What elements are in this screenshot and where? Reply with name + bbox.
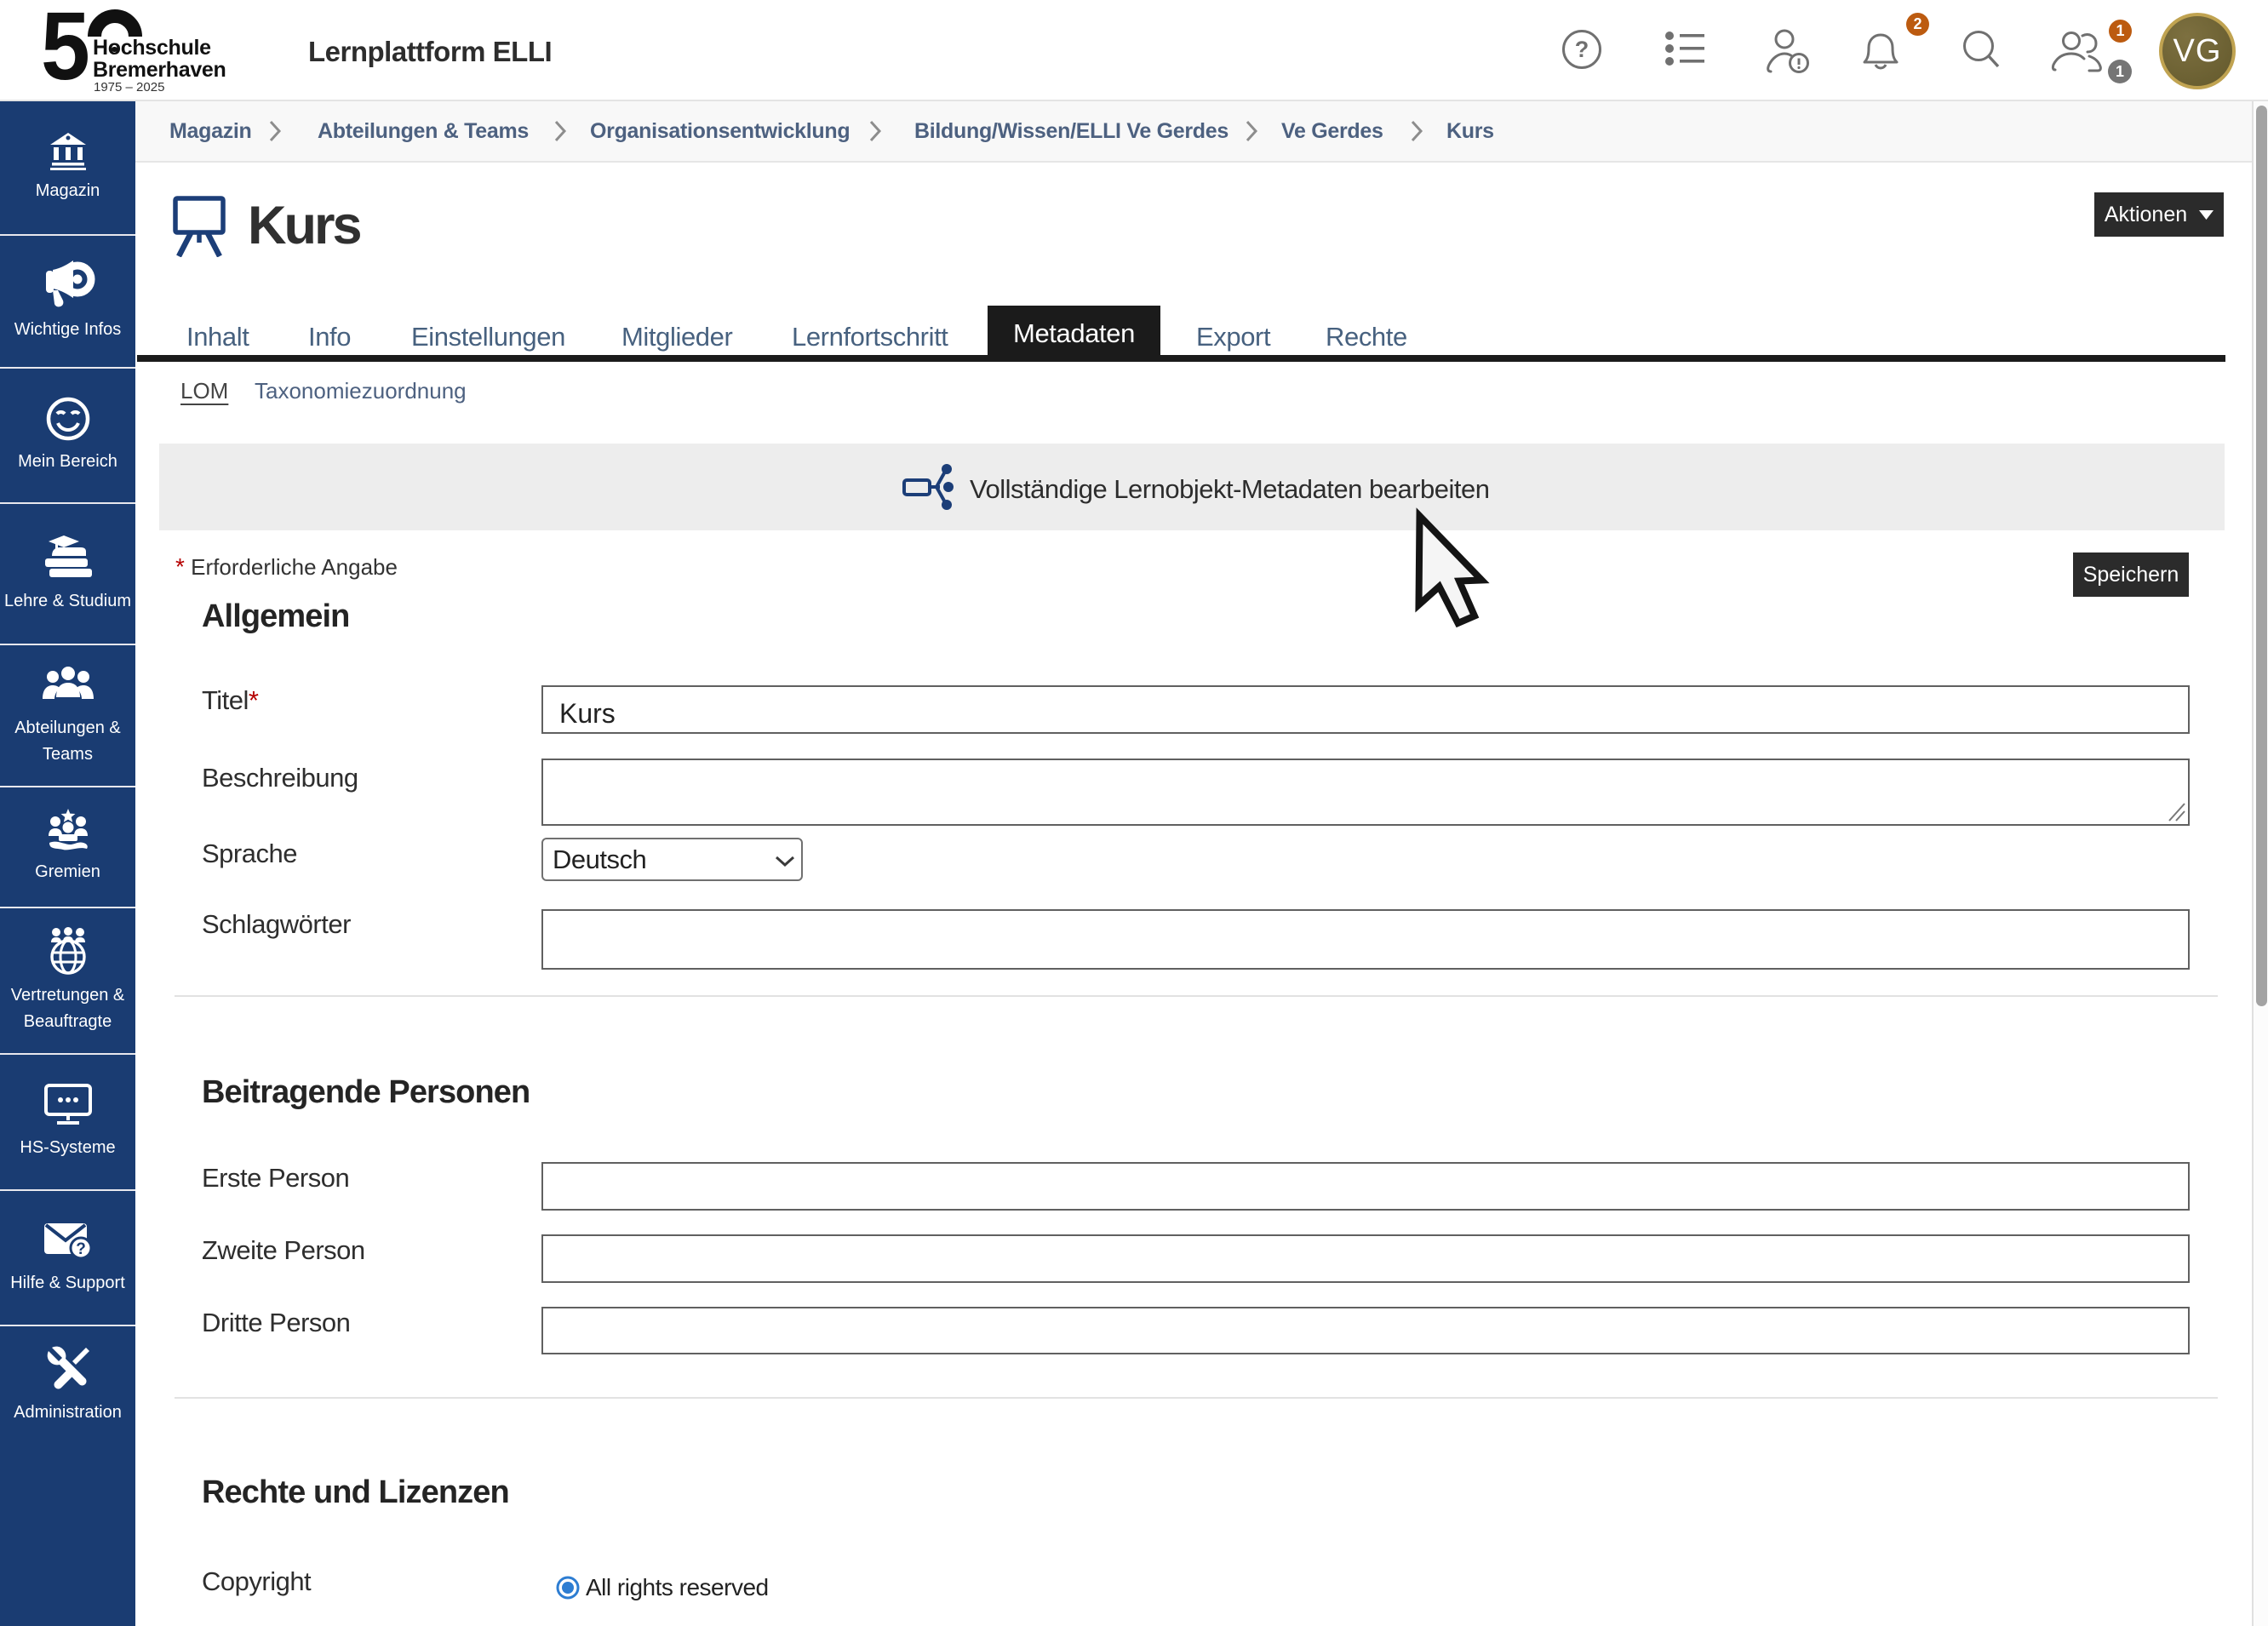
svg-text:?: ? [76,1240,86,1258]
svg-text:?: ? [1575,37,1589,62]
